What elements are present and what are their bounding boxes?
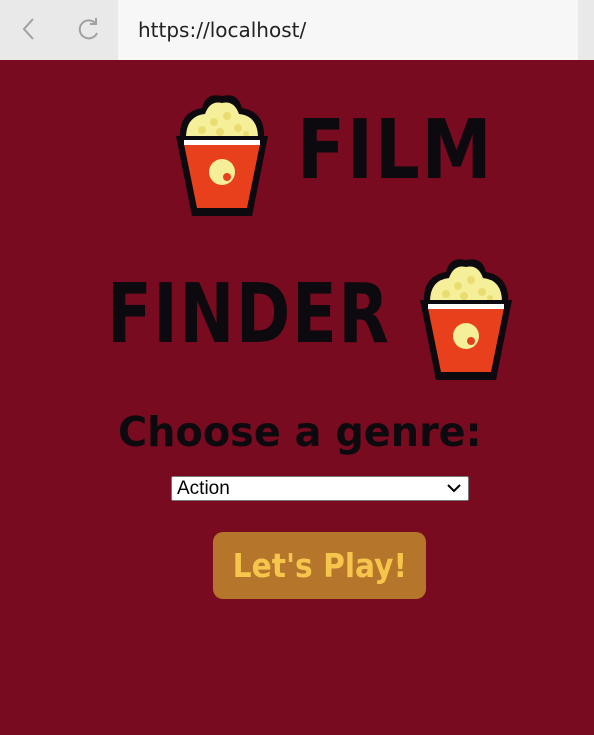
back-button[interactable] [14, 14, 44, 44]
genre-select[interactable]: Action [171, 476, 469, 501]
reload-icon [78, 18, 98, 40]
genre-selected-value: Action [177, 477, 230, 499]
chevron-down-icon [447, 484, 461, 493]
lets-play-button[interactable]: Let's Play! [213, 532, 426, 599]
url-text: https://localhost/ [138, 18, 307, 42]
address-bar[interactable]: https://localhost/ [118, 0, 578, 60]
browser-toolbar: https://localhost/ [0, 0, 594, 60]
reload-button[interactable] [74, 14, 104, 44]
page-body: FILM FINDER Choose a genre: Action Let's… [0, 60, 594, 735]
genre-prompt: Choose a genre: [118, 408, 482, 456]
lets-play-label: Let's Play! [232, 546, 407, 585]
title-film: FILM [297, 103, 494, 198]
chevron-left-icon [22, 18, 34, 40]
title-finder: FINDER [107, 267, 391, 362]
popcorn-icon [420, 259, 512, 380]
popcorn-icon [176, 95, 268, 216]
